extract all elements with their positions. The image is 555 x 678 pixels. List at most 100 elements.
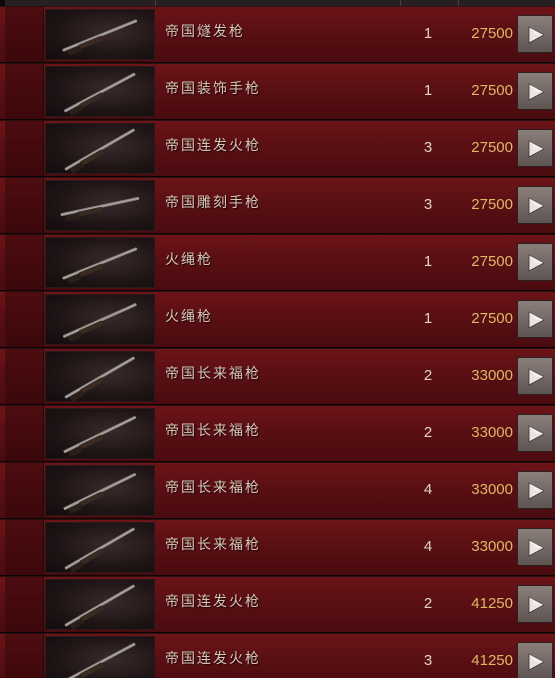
weapon-name: 帝国连发火枪: [165, 138, 261, 154]
matchlock-icon: [62, 303, 137, 342]
long-rifle-icon: [64, 527, 135, 572]
weapon-price: 27500: [471, 196, 513, 213]
weapon-listing: 帝国燧发枪 1 27500 帝国装饰手枪 1 27500 帝国连发火枪 3 27500 帝国雕刻手…: [0, 6, 555, 678]
weapon-name: 帝国长来福枪: [165, 366, 261, 382]
play-arrow-icon: [528, 653, 545, 671]
weapon-quantity: 3: [423, 652, 433, 669]
buy-button[interactable]: [517, 585, 553, 623]
weapon-thumbnail: [45, 408, 155, 459]
buy-button[interactable]: [517, 414, 553, 452]
weapon-name: 帝国装饰手枪: [165, 81, 261, 97]
buy-button[interactable]: [517, 129, 553, 167]
weapon-row[interactable]: 火绳枪 1 27500: [0, 234, 555, 291]
weapon-thumbnail: [45, 579, 155, 630]
row-select-cell[interactable]: [5, 520, 44, 575]
row-select-cell[interactable]: [5, 634, 44, 678]
row-select-cell[interactable]: [5, 178, 44, 233]
matchlock-icon: [62, 247, 138, 284]
weapon-quantity: 3: [423, 196, 433, 213]
row-select-cell[interactable]: [5, 64, 44, 119]
long-rifle-icon: [64, 356, 135, 401]
weapon-row[interactable]: 帝国长来福枪 2 33000: [0, 348, 555, 405]
weapon-name: 火绳枪: [165, 309, 213, 325]
weapon-quantity: 1: [423, 310, 433, 327]
weapon-price: 27500: [471, 253, 513, 270]
weapon-name: 火绳枪: [165, 252, 213, 268]
weapon-price: 33000: [471, 424, 513, 441]
play-arrow-icon: [528, 311, 545, 329]
weapon-shop-list-screen: 帝国燧发枪 1 27500 帝国装饰手枪 1 27500 帝国连发火枪 3 27500 帝国雕刻手…: [0, 0, 555, 678]
weapon-row[interactable]: 帝国长来福枪 4 33000: [0, 462, 555, 519]
buy-button[interactable]: [517, 15, 553, 53]
row-select-cell[interactable]: [5, 406, 44, 461]
weapon-name: 帝国连发火枪: [165, 651, 261, 667]
weapon-price: 41250: [471, 652, 513, 669]
weapon-row[interactable]: 帝国长来福枪 2 33000: [0, 405, 555, 462]
weapon-quantity: 2: [423, 424, 433, 441]
weapon-row[interactable]: 帝国雕刻手枪 3 27500: [0, 177, 555, 234]
weapon-row[interactable]: 帝国装饰手枪 1 27500: [0, 63, 555, 120]
weapon-quantity: 4: [423, 481, 433, 498]
weapon-row[interactable]: 帝国连发火枪 3 27500: [0, 120, 555, 177]
weapon-price: 27500: [471, 82, 513, 99]
weapon-thumbnail: [45, 180, 155, 231]
weapon-name: 帝国连发火枪: [165, 594, 261, 610]
row-select-cell[interactable]: [5, 7, 44, 62]
weapon-thumbnail: [45, 66, 155, 117]
play-arrow-icon: [528, 254, 545, 272]
play-arrow-icon: [528, 425, 545, 443]
buy-button[interactable]: [517, 72, 553, 110]
weapon-name: 帝国雕刻手枪: [165, 195, 261, 211]
buy-button[interactable]: [517, 186, 553, 224]
weapon-thumbnail: [45, 294, 155, 345]
long-rifle-icon: [63, 473, 137, 514]
play-arrow-icon: [528, 140, 545, 158]
play-arrow-icon: [528, 482, 545, 500]
buy-button[interactable]: [517, 471, 553, 509]
weapon-price: 27500: [471, 310, 513, 327]
weapon-thumbnail: [45, 636, 155, 678]
play-arrow-icon: [528, 368, 545, 386]
weapon-row[interactable]: 帝国连发火枪 3 41250: [0, 633, 555, 678]
weapon-row[interactable]: 火绳枪 1 27500: [0, 291, 555, 348]
weapon-quantity: 2: [423, 595, 433, 612]
engraved-pistol-icon: [60, 196, 140, 221]
weapon-thumbnail: [45, 9, 155, 60]
weapon-quantity: 1: [423, 25, 433, 42]
weapon-thumbnail: [45, 465, 155, 516]
row-select-cell[interactable]: [5, 463, 44, 518]
buy-button[interactable]: [517, 528, 553, 566]
row-select-cell[interactable]: [5, 292, 44, 347]
weapon-price: 33000: [471, 538, 513, 555]
repeater-musket-icon: [64, 128, 135, 173]
weapon-name: 帝国燧发枪: [165, 24, 245, 40]
buy-button[interactable]: [517, 300, 553, 338]
weapon-price: 27500: [471, 139, 513, 156]
row-select-cell[interactable]: [5, 121, 44, 176]
weapon-quantity: 1: [423, 253, 433, 270]
weapon-quantity: 4: [423, 538, 433, 555]
weapon-row[interactable]: 帝国连发火枪 2 41250: [0, 576, 555, 633]
weapon-row[interactable]: 帝国燧发枪 1 27500: [0, 6, 555, 63]
weapon-price: 41250: [471, 595, 513, 612]
weapon-price: 27500: [471, 25, 513, 42]
buy-button[interactable]: [517, 642, 553, 678]
long-rifle-icon: [63, 416, 137, 457]
buy-button[interactable]: [517, 243, 553, 281]
weapon-price: 33000: [471, 481, 513, 498]
ornate-pistol-icon: [64, 72, 136, 116]
row-select-cell[interactable]: [5, 349, 44, 404]
row-select-cell[interactable]: [5, 235, 44, 290]
weapon-row[interactable]: 帝国长来福枪 4 33000: [0, 519, 555, 576]
weapon-thumbnail: [45, 351, 155, 402]
play-arrow-icon: [528, 26, 545, 44]
repeater-musket-icon: [64, 584, 135, 629]
play-arrow-icon: [528, 83, 545, 101]
play-arrow-icon: [528, 596, 545, 614]
weapon-price: 33000: [471, 367, 513, 384]
play-arrow-icon: [528, 539, 545, 557]
row-select-cell[interactable]: [5, 577, 44, 632]
flintlock-rifle-icon: [62, 19, 138, 56]
weapon-name: 帝国长来福枪: [165, 423, 261, 439]
buy-button[interactable]: [517, 357, 553, 395]
